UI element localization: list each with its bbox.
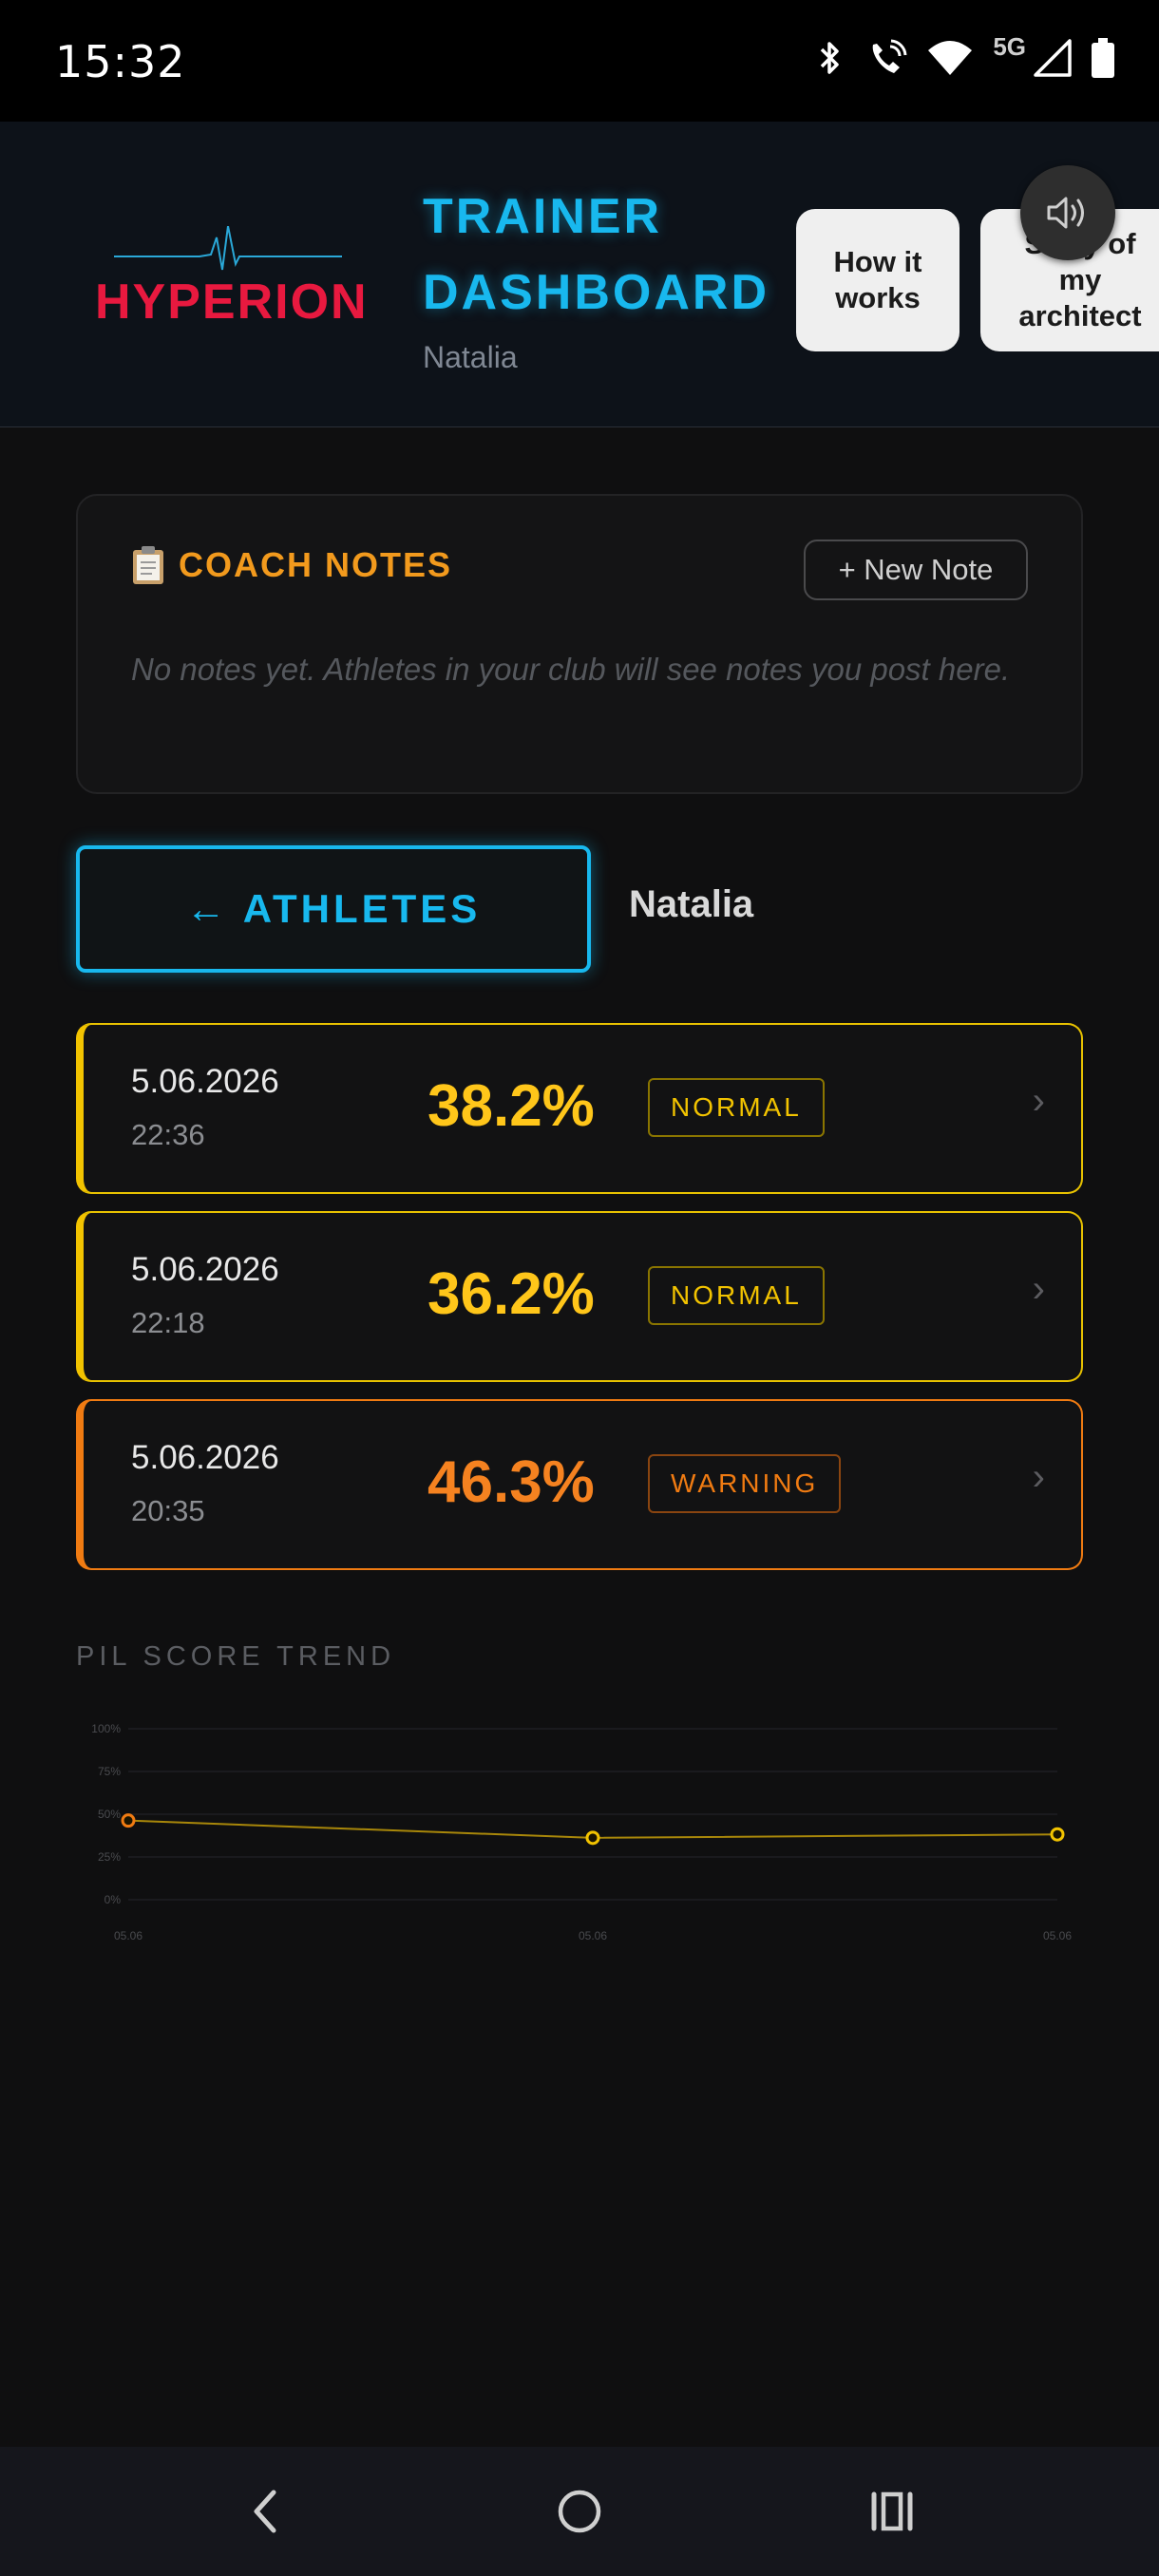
session-date: 5.06.2026 [131,1439,279,1476]
page-title-line2: DASHBOARD [423,265,770,320]
wifi-icon [928,41,973,75]
hyperion-logo: HYPERION [95,226,367,340]
sound-toggle-button[interactable] [1020,165,1115,260]
bluetooth-icon [821,42,840,74]
session-time: 22:36 [131,1118,205,1151]
session-score: 38.2% [428,1073,595,1139]
x-tick-label: 05.06 [579,1929,607,1942]
app-header: HYPERION TRAINER DASHBOARD Natalia How i… [0,122,1159,427]
y-tick-label: 50% [98,1808,121,1821]
session-score: 36.2% [428,1261,595,1327]
session-time: 22:18 [131,1306,205,1339]
new-note-button[interactable]: + New Note [804,540,1028,600]
heartbeat-icon [114,226,342,271]
battery-icon [1092,38,1114,78]
x-tick-label: 05.06 [1043,1929,1072,1942]
trend-title: PIL SCORE TREND [76,1641,396,1672]
y-tick-label: 0% [104,1893,122,1906]
status-badge: NORMAL [648,1266,825,1325]
title-block: TRAINER DASHBOARD Natalia [423,179,770,375]
status-bar: 15:32 5G [0,0,1159,122]
back-icon[interactable] [238,2483,294,2540]
athlete-name: Natalia [629,883,754,925]
chevron-right-icon: › [1032,1080,1045,1122]
session-date: 5.06.2026 [131,1251,279,1288]
wifi-call-icon [873,39,907,73]
pil-score-trend-chart: 100% 75% 50% 25% 0% 05.06 05.06 05.06 [91,1722,1072,1942]
session-card[interactable]: 5.06.2026 22:36 38.2% NORMAL › [76,1023,1083,1194]
signal-icon [1034,39,1072,77]
back-to-athletes-button[interactable]: ← ATHLETES [76,845,591,973]
session-card[interactable]: 5.06.2026 22:18 36.2% NORMAL › [76,1211,1083,1382]
network-type: 5G [993,31,1026,61]
coach-notes-heading: COACH NOTES [131,545,452,585]
chevron-right-icon: › [1032,1456,1045,1498]
page-subtitle: Natalia [423,340,518,374]
session-card[interactable]: 5.06.2026 20:35 46.3% WARNING › [76,1399,1083,1570]
session-date: 5.06.2026 [131,1063,279,1100]
session-time: 20:35 [131,1494,205,1527]
page-title-line1: TRAINER [423,189,663,244]
clipboard-icon [133,546,163,584]
system-nav-bar [0,2447,1159,2576]
coach-notes-panel: COACH NOTES + New Note No notes yet. Ath… [76,494,1083,794]
how-it-works-label: How it works [833,245,922,314]
recents-icon[interactable] [864,2483,922,2540]
status-badge: NORMAL [648,1078,825,1137]
trend-point[interactable] [121,1813,136,1828]
trend-point[interactable] [1050,1827,1065,1842]
coach-notes-title: COACH NOTES [179,545,453,584]
logo-text: HYPERION [95,275,369,330]
how-it-works-button[interactable]: How it works [796,209,960,351]
home-icon[interactable] [551,2483,608,2540]
x-tick-label: 05.06 [114,1929,142,1942]
status-time: 15:32 [55,36,186,87]
status-icons: 5G [814,32,1115,78]
y-tick-label: 100% [91,1722,121,1735]
y-tick-label: 25% [98,1850,121,1864]
status-badge: WARNING [648,1454,842,1513]
session-score: 46.3% [428,1449,595,1515]
speaker-icon [1047,197,1084,229]
y-tick-label: 75% [98,1765,121,1778]
chevron-right-icon: › [1032,1268,1045,1310]
trend-point[interactable] [585,1830,600,1846]
notes-empty-message: No notes yet. Athletes in your club will… [131,652,1011,687]
